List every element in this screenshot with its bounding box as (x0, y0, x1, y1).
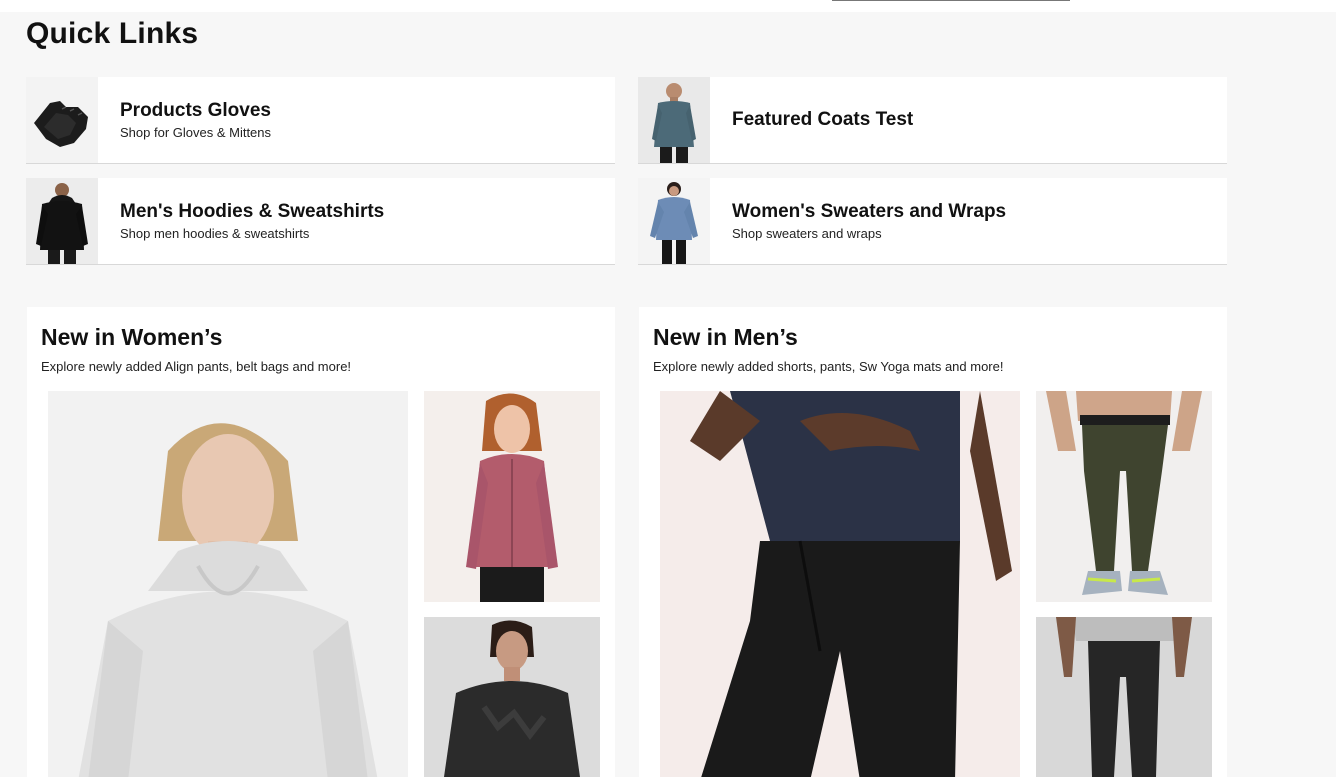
quick-link-products-gloves[interactable]: Products Gloves Shop for Gloves & Mitten… (26, 77, 615, 164)
coat-thumbnail (638, 77, 710, 163)
new-in-womens-subtitle: Explore newly added Align pants, belt ba… (41, 359, 352, 374)
gloves-thumbnail (26, 77, 98, 163)
mens-hoodie-thumbnail (26, 178, 98, 264)
mens-trousers-image[interactable] (1036, 617, 1212, 777)
quick-link-name: Women's Sweaters and Wraps (732, 200, 1007, 222)
mens-tights-image[interactable] (1036, 391, 1212, 602)
man-in-olive-tights-image (1036, 391, 1212, 602)
horizontal-scroll-indicator[interactable] (832, 0, 1070, 1)
new-in-womens-title: New in Women’s (41, 324, 223, 350)
quick-link-subtitle: Shop men hoodies & sweatshirts (120, 225, 310, 241)
new-in-mens-title: New in Men’s (653, 324, 798, 350)
quick-link-womens-sweaters[interactable]: Women's Sweaters and Wraps Shop sweaters… (638, 178, 1227, 265)
woman-in-black-pullover-image (424, 617, 600, 777)
womens-sweater-model-image (650, 182, 698, 264)
quick-links-title: Quick Links (26, 17, 199, 50)
quick-link-name: Men's Hoodies & Sweatshirts (120, 200, 385, 222)
mens-hoodie-model-image (36, 183, 88, 264)
mens-pants-feature-image[interactable] (660, 391, 1020, 777)
top-bar (0, 0, 1336, 12)
womens-jacket-image[interactable] (424, 391, 600, 602)
man-in-black-trousers-image (1036, 617, 1212, 777)
gloves-image (34, 101, 88, 147)
quick-link-subtitle: Shop sweaters and wraps (732, 225, 882, 241)
new-in-mens-subtitle: Explore newly added shorts, pants, Sw Yo… (653, 359, 1004, 374)
new-in-mens-panel: New in Men’s Explore newly added shorts,… (639, 307, 1227, 777)
quick-link-name: Featured Coats Test (732, 109, 914, 130)
womens-pullover-image[interactable] (424, 617, 600, 777)
woman-in-pink-jacket-image (424, 391, 600, 602)
new-in-womens-panel: New in Women’s Explore newly added Align… (27, 307, 615, 777)
coat-model-image (652, 83, 696, 163)
quick-link-mens-hoodies[interactable]: Men's Hoodies & Sweatshirts Shop men hoo… (26, 178, 615, 265)
quick-link-subtitle: Shop for Gloves & Mittens (120, 124, 272, 140)
quick-link-featured-coats[interactable]: Featured Coats Test (638, 77, 1227, 164)
womens-sweater-thumbnail (638, 178, 710, 264)
man-in-navy-tee-and-black-pants-image (660, 391, 1020, 777)
womens-hoodie-feature-image[interactable] (48, 391, 408, 777)
woman-in-grey-hoodie-image (48, 391, 408, 777)
quick-link-name: Products Gloves (120, 99, 271, 121)
